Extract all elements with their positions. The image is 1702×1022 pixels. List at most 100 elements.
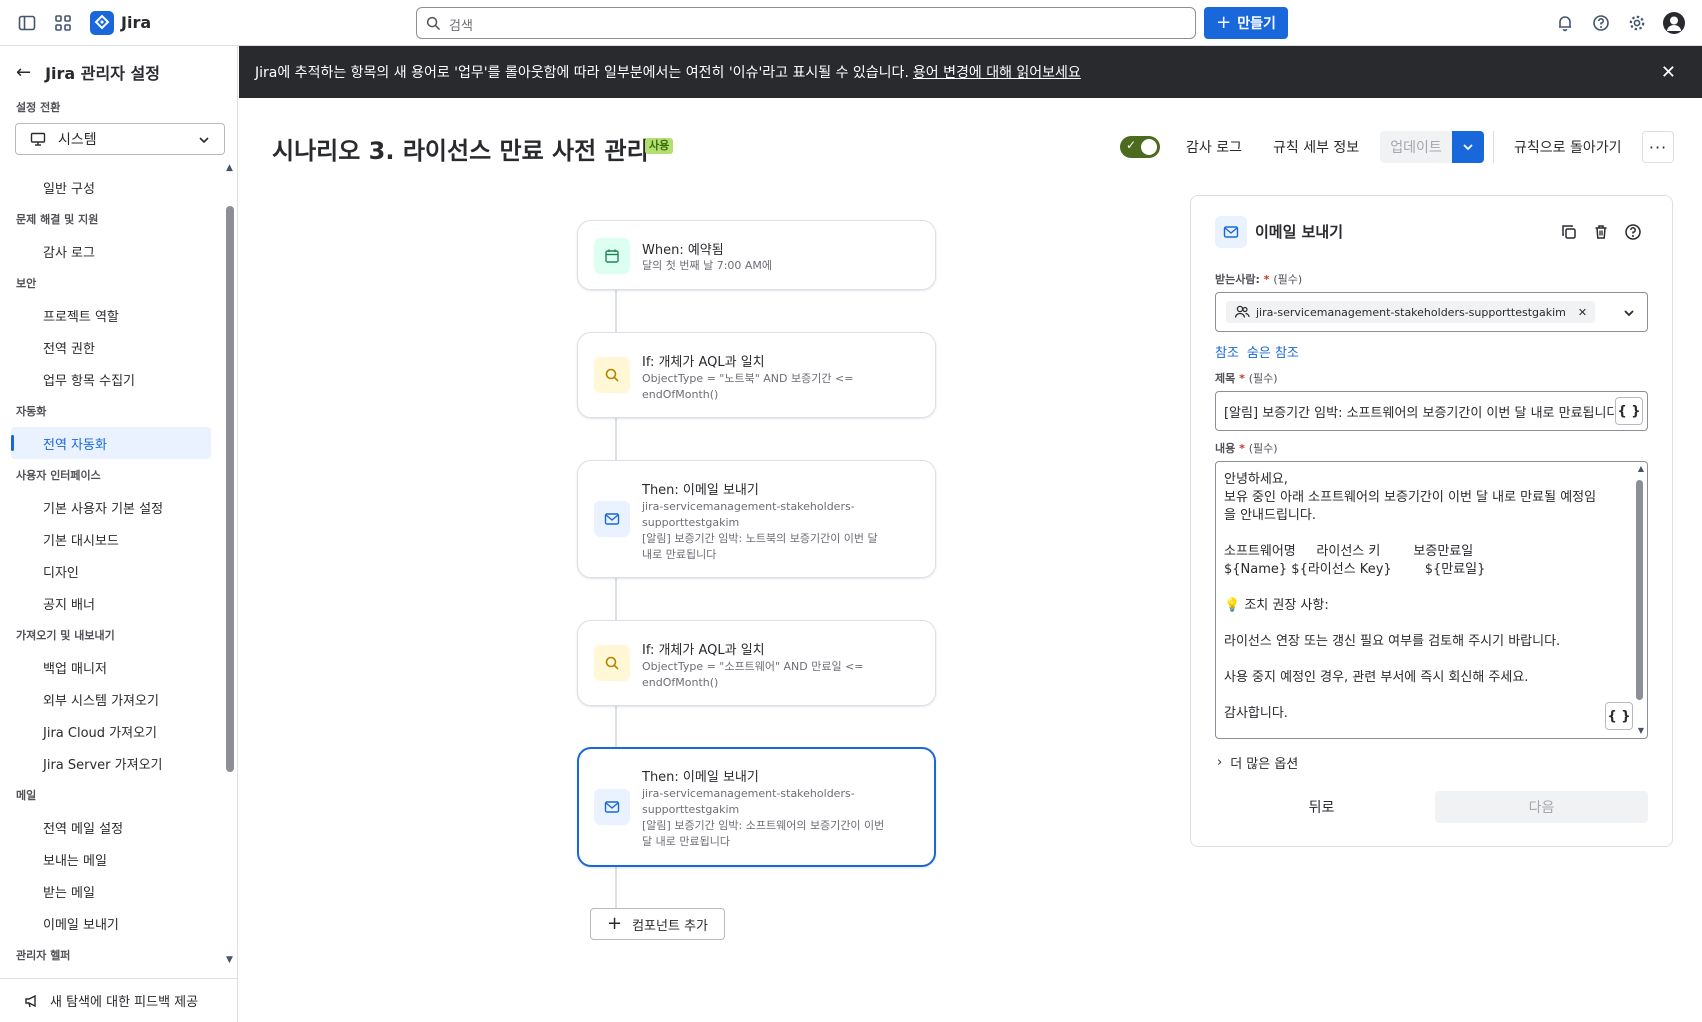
scroll-up-arrow-icon[interactable]: ▲ [226,163,233,173]
smart-value-button[interactable]: { } [1615,397,1643,425]
sidebar-item-global-permissions[interactable]: 전역 권한 [43,338,95,357]
sidebar-item-design[interactable]: 디자인 [43,562,79,581]
add-component-button[interactable]: + 컴포넌트 추가 [590,908,725,940]
more-options-toggle[interactable]: › 더 많은 옵션 [1217,753,1298,772]
trash-icon[interactable] [1591,222,1611,242]
sidebar-item-outgoing-mail[interactable]: 보내는 메일 [43,850,107,869]
notifications-icon[interactable] [1554,12,1576,34]
cc-link[interactable]: 참조 [1215,346,1239,361]
recipient-label: 받는사람: * (필수) [1215,273,1303,286]
close-icon[interactable]: ✕ [1661,62,1676,83]
flow-node-action[interactable]: Then: 이메일 보내기 jira-servicemanagement-sta… [577,460,936,578]
subject-field[interactable]: [알림] 보증기간 임박: 소프트웨어의 보증기간이 이번 달 내로 만료됩니다… [1215,391,1648,431]
recipient-select[interactable]: jira-servicemanagement-stakeholders-supp… [1215,292,1648,332]
flow-connector [615,290,617,332]
rule-enabled-toggle[interactable]: ✓ [1120,136,1160,158]
monitor-icon [30,132,46,146]
search-icon [594,645,630,681]
sidebar-item-send-email[interactable]: 이메일 보내기 [43,914,119,933]
sidebar-item-external-import[interactable]: 외부 시스템 가져오기 [43,690,159,709]
help-icon[interactable] [1623,222,1643,242]
sidebar-item-default-user-prefs[interactable]: 기본 사용자 기본 설정 [43,498,163,517]
search-input[interactable]: 검색 [416,7,1196,39]
node-title: If: 개체가 AQL과 일치 [642,643,765,658]
duplicate-icon[interactable] [1559,222,1579,242]
scroll-up-arrow-icon[interactable]: ▲ [1638,464,1644,473]
flow-node-condition[interactable]: If: 개체가 AQL과 일치 ObjectType = "소프트웨어" AND… [577,620,936,706]
update-button[interactable]: 업데이트 [1380,131,1452,163]
sidebar-item-jira-cloud-import[interactable]: Jira Cloud 가져오기 [43,722,157,741]
plus-icon: + [1216,12,1232,33]
body-scrollbar[interactable] [1636,480,1643,700]
node-description: [알림] 보증기간 임박: 노트북의 보증기간이 이번 달 [642,532,878,545]
flow-node-trigger[interactable]: When: 예약됨 달의 첫 번째 날 7:00 AM에 [577,220,936,290]
rule-details-button[interactable]: 규칙 세부 정보 [1273,137,1359,157]
flow-connector [615,418,617,460]
sidebar-group-automation: 자동화 [16,405,47,418]
bcc-link[interactable]: 숨은 참조 [1247,346,1299,361]
remove-chip-icon[interactable]: ✕ [1578,306,1587,319]
search-icon [594,357,630,393]
sidebar-item-general-config[interactable]: 일반 구성 [43,178,95,197]
chevron-down-icon [1463,144,1473,151]
update-dropdown-button[interactable] [1452,131,1484,163]
sidebar-item-global-automation[interactable]: 전역 자동화 [43,434,107,453]
sidebar-group-user-interface: 사용자 인터페이스 [16,469,101,482]
sidebar-active-indicator [11,435,14,451]
audit-log-button[interactable]: 감사 로그 [1186,137,1242,157]
sidebar-item-default-dashboard[interactable]: 기본 대시보드 [43,530,119,549]
body-label-text: 내용 [1215,442,1236,455]
body-line: 소프트웨어명 라이선스 키 보증만료일 [1224,544,1474,559]
next-button[interactable]: 다음 [1435,791,1648,823]
scroll-down-arrow-icon[interactable]: ▼ [1638,726,1644,735]
node-description: jira-servicemanagement-stakeholders- [642,787,855,800]
recipient-label-text: 받는사람: [1215,273,1260,286]
subject-label-text: 제목 [1215,372,1236,385]
sidebar-group-troubleshooting: 문제 해결 및 지원 [16,213,99,226]
back-to-admin-link[interactable]: ← Jira 관리자 설정 [16,60,160,84]
cc-bcc-links: 참조 숨은 참조 [1215,342,1307,361]
send-email-config-panel: 이메일 보내기 받는사람: * (필수) jira-servicemanagem… [1190,195,1673,847]
back-button[interactable]: 뒤로 [1215,791,1428,823]
sidebar-item-incoming-mail[interactable]: 받는 메일 [43,882,95,901]
node-description: supporttestgakim [642,803,740,816]
sidebar-item-global-mail-settings[interactable]: 전역 메일 설정 [43,818,123,837]
help-icon[interactable] [1590,12,1612,34]
top-navigation: Jira 검색 + 만들기 [0,0,1702,46]
sidebar-item-project-roles[interactable]: 프로젝트 역할 [43,306,119,325]
banner-link[interactable]: 용어 변경에 대해 읽어보세요 [913,62,1081,82]
jira-logo-icon[interactable] [90,11,114,35]
create-button[interactable]: + 만들기 [1204,7,1288,39]
app-name[interactable]: Jira [121,13,151,32]
sidebar-item-jira-server-import[interactable]: Jira Server 가져오기 [43,754,163,773]
scroll-down-arrow-icon[interactable]: ▼ [226,955,233,965]
sidebar-group-mail: 메일 [16,789,37,802]
smart-value-button[interactable]: { } [1605,702,1633,730]
app-switcher-icon[interactable] [52,12,74,34]
settings-switcher-select[interactable]: 시스템 [15,123,225,155]
email-icon [594,501,630,537]
sidebar-item-work-item-collector[interactable]: 업무 항목 수집기 [43,370,135,389]
settings-gear-icon[interactable] [1626,12,1648,34]
flow-node-action-selected[interactable]: Then: 이메일 보내기 jira-servicemanagement-sta… [577,747,936,867]
sidebar-scrollbar[interactable] [226,206,234,772]
sidebar-item-audit-log[interactable]: 감사 로그 [43,242,95,261]
sidebar-toggle-icon[interactable] [16,12,38,34]
body-textarea[interactable]: 안녕하세요, 보유 중인 아래 소프트웨어의 보증기간이 이번 달 내로 만료될… [1215,461,1648,739]
body-line: 사용 중지 예정인 경우, 관련 부서에 즉시 회신해 주세요. [1224,670,1529,685]
body-line: 라이선스 연장 또는 갱신 필요 여부를 검토해 주시기 바랍니다. [1224,634,1561,649]
back-to-rules-button[interactable]: 규칙으로 돌아가기 [1514,137,1622,157]
recipient-chip-label: jira-servicemanagement-stakeholders-supp… [1256,305,1566,319]
sidebar-item-backup-manager[interactable]: 백업 매니저 [43,658,107,677]
add-component-label: 컴포넌트 추가 [632,918,708,934]
feedback-link[interactable]: 새 탐색에 대한 피드백 제공 [0,978,238,1022]
more-icon: ··· [1648,137,1668,157]
sidebar-item-announcement-banner[interactable]: 공지 배너 [43,594,95,613]
settings-switcher-value: 시스템 [58,132,97,148]
more-actions-button[interactable]: ··· [1642,131,1674,163]
user-avatar-icon[interactable] [1662,11,1686,35]
flow-node-condition[interactable]: If: 개체가 AQL과 일치 ObjectType = "노트북" AND 보… [577,332,936,418]
panel-title: 이메일 보내기 [1255,223,1344,241]
header-divider [1493,131,1494,163]
more-options-label: 더 많은 옵션 [1230,757,1299,772]
